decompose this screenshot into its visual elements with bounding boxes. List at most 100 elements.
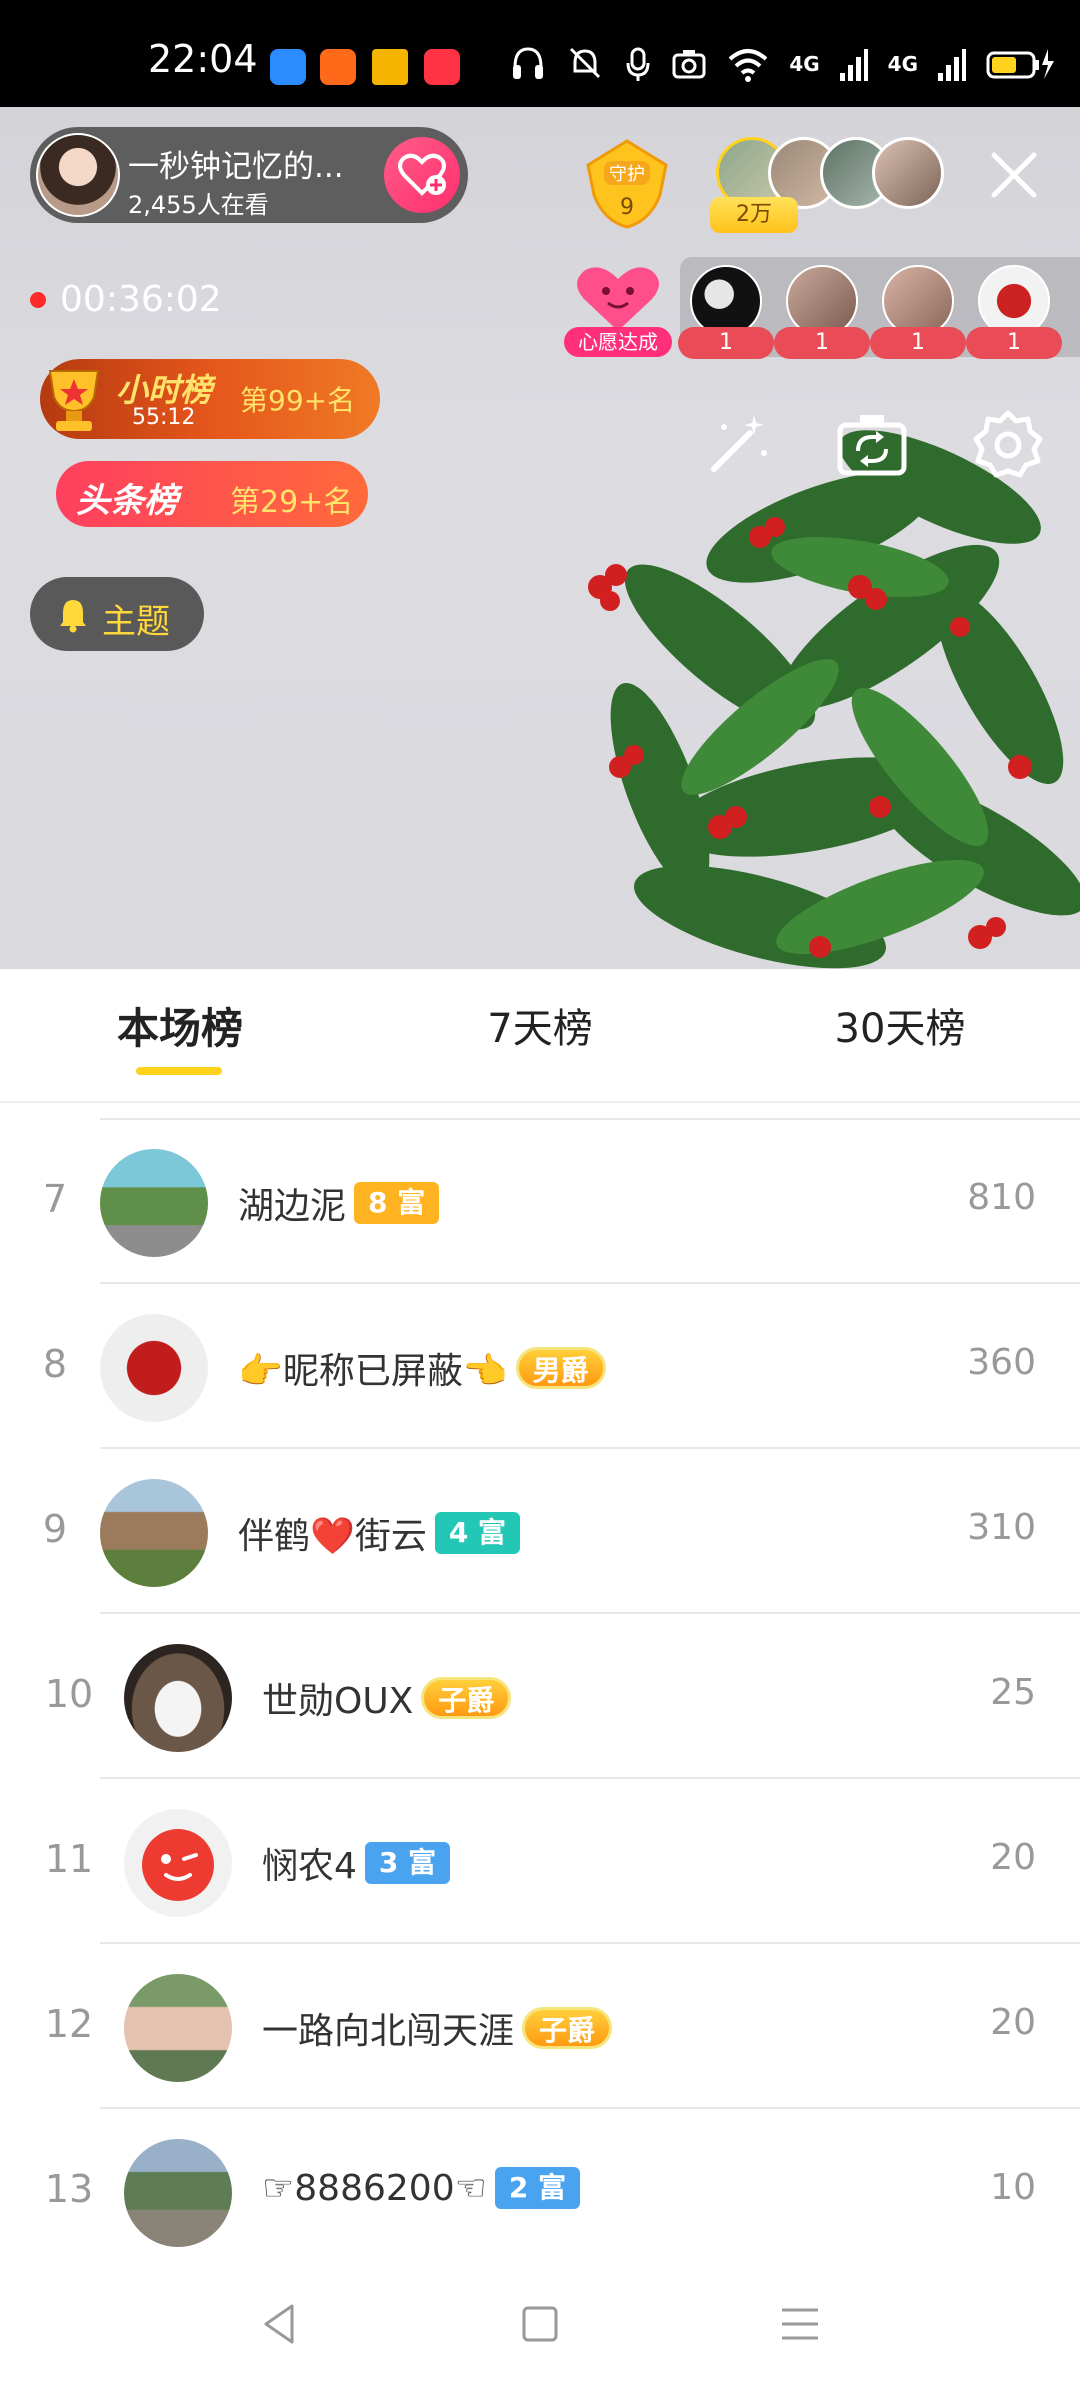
magic-wand-icon[interactable] bbox=[700, 407, 776, 483]
headline-rank-position: 第29+名 bbox=[230, 485, 354, 520]
gifter-count: 1 bbox=[774, 327, 870, 359]
mute-vibrate-icon bbox=[570, 47, 601, 79]
hourly-rank-timer: 55:12 bbox=[132, 405, 196, 430]
ranking-row[interactable]: 10 世勋OUX 子爵 25 bbox=[0, 1614, 1080, 1779]
active-tab-indicator bbox=[136, 1067, 222, 1075]
rank-number: 12 bbox=[44, 2002, 94, 2046]
contribution-score: 25 bbox=[990, 1672, 1036, 1713]
guard-label: 守护 bbox=[609, 164, 645, 185]
signal-icon bbox=[938, 49, 966, 81]
follow-button[interactable] bbox=[384, 137, 460, 213]
gifter-count: 1 bbox=[678, 327, 774, 359]
ranking-list: 7 湖边泥 8 富 810 8 👉昵称已屏蔽👈 男爵 360 9 伴鹤❤️街云 bbox=[0, 1119, 1080, 2274]
wealth-level-badge: 3 富 bbox=[364, 1842, 451, 1884]
menu-icon[interactable] bbox=[772, 2296, 828, 2352]
tab-7-day[interactable]: 7天榜 bbox=[440, 999, 640, 1059]
guard-count: 9 bbox=[620, 195, 634, 220]
rank-number: 10 bbox=[44, 1672, 94, 1716]
ranking-row[interactable]: 11 悯农4 3 富 20 bbox=[0, 1779, 1080, 1944]
contribution-score: 360 bbox=[967, 1342, 1036, 1383]
user-name-cell: 悯农4 3 富 bbox=[262, 1837, 451, 1889]
anchor-info-pill[interactable]: 一秒钟记忆的... 2,455人在看 bbox=[30, 127, 468, 223]
wealth-level-badge: 2 富 bbox=[494, 2167, 581, 2209]
recording-time: 00:36:02 bbox=[60, 279, 222, 320]
recording-dot-icon bbox=[30, 291, 46, 308]
user-name-cell: 一路向北闯天涯 子爵 bbox=[262, 2002, 613, 2054]
app-notification-icon bbox=[320, 49, 356, 85]
noble-title-badge: 子爵 bbox=[522, 2007, 613, 2049]
user-name-cell: 湖边泥 8 富 bbox=[238, 1177, 440, 1229]
audience-count-badge: 2万 bbox=[710, 197, 798, 233]
topic-label: 主题 bbox=[102, 602, 170, 642]
rank-number: 11 bbox=[44, 1837, 94, 1881]
trophy-icon bbox=[48, 370, 100, 431]
user-avatar[interactable] bbox=[124, 1809, 232, 1917]
settings-gear-icon[interactable] bbox=[970, 407, 1046, 483]
user-name-cell: 世勋OUX 子爵 bbox=[262, 1672, 512, 1724]
contribution-score: 810 bbox=[967, 1177, 1036, 1218]
network-type-label: 4G bbox=[789, 52, 820, 76]
ranking-row[interactable]: 7 湖边泥 8 富 810 bbox=[0, 1119, 1080, 1284]
anchor-avatar[interactable] bbox=[36, 133, 120, 217]
user-avatar[interactable] bbox=[124, 2139, 232, 2247]
ranking-panel: 本场榜 7天榜 30天榜 7 湖边泥 8 富 810 8 👉昵称已屏蔽👈 男爵 … bbox=[0, 969, 1080, 2400]
battery-charging-icon bbox=[986, 49, 1054, 79]
user-name: 伴鹤❤️街云 bbox=[238, 1516, 427, 1557]
user-avatar[interactable] bbox=[124, 1644, 232, 1752]
tab-30-day[interactable]: 30天榜 bbox=[790, 999, 1010, 1059]
rank-number: 7 bbox=[42, 1177, 68, 1221]
network-type-label: 4G bbox=[887, 52, 918, 76]
contribution-score: 310 bbox=[967, 1507, 1036, 1548]
wifi-icon bbox=[728, 49, 768, 82]
user-name: 悯农4 bbox=[262, 1846, 357, 1887]
topic-button[interactable]: 主题 bbox=[30, 577, 204, 651]
ranking-tabs: 本场榜 7天榜 30天榜 bbox=[0, 969, 1080, 1103]
guard-badge[interactable]: 守护 9 bbox=[580, 135, 674, 231]
user-avatar[interactable] bbox=[124, 1974, 232, 2082]
user-name-cell: 伴鹤❤️街云 4 富 bbox=[238, 1507, 521, 1559]
hourly-rank-badge[interactable]: 小时榜 55:12 第99+名 bbox=[40, 359, 380, 439]
user-avatar[interactable] bbox=[100, 1314, 208, 1422]
close-icon[interactable] bbox=[984, 145, 1044, 205]
user-name: 👉昵称已屏蔽👈 bbox=[238, 1351, 508, 1392]
status-bar: 22:04 4G 4G bbox=[0, 0, 1080, 107]
user-avatar[interactable] bbox=[100, 1149, 208, 1257]
mic-icon bbox=[626, 47, 650, 81]
system-nav-bar bbox=[0, 2250, 1080, 2400]
noble-title-badge: 男爵 bbox=[515, 1347, 606, 1389]
top-gifters-bar: 1 1 1 1 bbox=[678, 257, 1080, 359]
back-icon[interactable] bbox=[252, 2296, 308, 2352]
heart-icon bbox=[577, 267, 659, 331]
wink-face-icon bbox=[142, 1829, 214, 1901]
tab-current-session[interactable]: 本场榜 bbox=[80, 999, 280, 1059]
flip-camera-icon[interactable] bbox=[834, 407, 910, 483]
gifter-count: 1 bbox=[870, 327, 966, 359]
user-avatar[interactable] bbox=[100, 1479, 208, 1587]
ranking-row[interactable]: 9 伴鹤❤️街云 4 富 310 bbox=[0, 1449, 1080, 1614]
ranking-row[interactable]: 8 👉昵称已屏蔽👈 男爵 360 bbox=[0, 1284, 1080, 1449]
contribution-score: 20 bbox=[990, 2002, 1036, 2043]
rank-number: 8 bbox=[42, 1342, 68, 1386]
home-icon[interactable] bbox=[512, 2296, 568, 2352]
wish-achieved-badge[interactable]: 心愿达成 bbox=[564, 257, 672, 367]
user-name-cell: ☞8886200☜ 2 富 bbox=[262, 2167, 581, 2209]
wish-label: 心愿达成 bbox=[564, 327, 672, 357]
user-name: 世勋OUX bbox=[262, 1681, 414, 1722]
hourly-rank-position: 第99+名 bbox=[240, 384, 356, 417]
app-notification-icon bbox=[424, 49, 460, 85]
wealth-level-badge: 4 富 bbox=[434, 1512, 521, 1554]
headline-rank-name: 头条榜 bbox=[76, 481, 178, 521]
anchor-name: 一秒钟记忆的... bbox=[128, 149, 344, 185]
bell-icon bbox=[60, 600, 86, 633]
headline-rank-badge[interactable]: 头条榜 第29+名 bbox=[56, 461, 368, 527]
noble-title-badge: 子爵 bbox=[421, 1677, 512, 1719]
headset-icon bbox=[513, 47, 544, 79]
camera-icon bbox=[672, 50, 706, 79]
audience-avatar[interactable] bbox=[872, 137, 944, 209]
ranking-row[interactable]: 12 一路向北闯天涯 子爵 20 bbox=[0, 1944, 1080, 2109]
rank-number: 13 bbox=[44, 2167, 94, 2211]
user-name: ☞8886200☜ bbox=[262, 2167, 487, 2209]
live-video-area[interactable]: 一秒钟记忆的... 2,455人在看 守护 9 2万 00:36:02 心愿达成… bbox=[0, 107, 1080, 969]
user-name-cell: 👉昵称已屏蔽👈 男爵 bbox=[238, 1342, 606, 1394]
signal-icon bbox=[839, 49, 868, 81]
